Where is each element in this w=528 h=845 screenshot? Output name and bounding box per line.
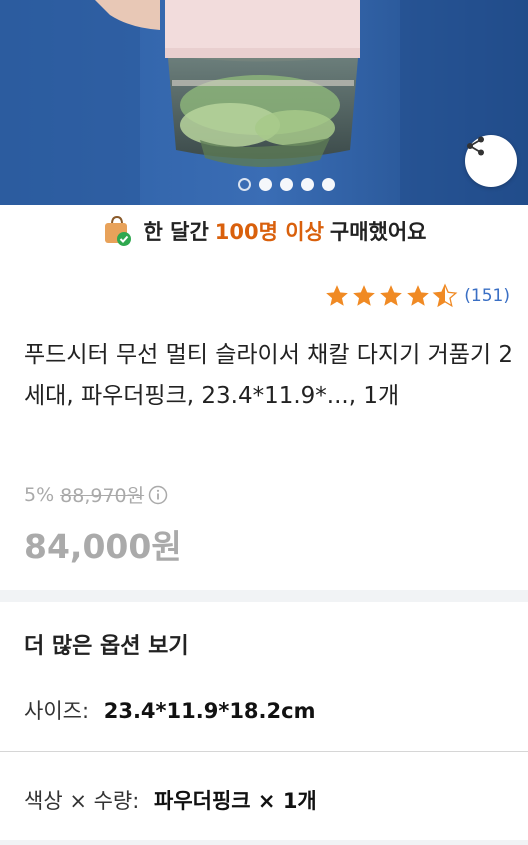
shopping-bag-check-icon	[104, 215, 131, 246]
share-button[interactable]	[465, 135, 517, 187]
product-image[interactable]	[0, 0, 528, 205]
carousel-dot[interactable]	[280, 178, 293, 191]
color-quantity-label: 색상 × 수량:	[24, 789, 140, 813]
size-value: 23.4*11.9*18.2cm	[103, 699, 316, 723]
discount-row: 5% 88,970원	[24, 481, 168, 508]
star-full-icon	[380, 285, 403, 306]
star-full-icon	[326, 285, 349, 306]
color-quantity-option[interactable]: 색상 × 수량: 파우더핑크 × 1개	[24, 785, 317, 815]
product-title: 푸드시터 무선 멀티 슬라이서 채칼 다지기 거품기 2세대, 파우더핑크, 2…	[24, 342, 514, 409]
carousel-dot[interactable]	[259, 178, 272, 191]
info-icon[interactable]	[148, 485, 168, 505]
star-full-icon	[407, 285, 430, 306]
divider	[0, 751, 528, 752]
sale-price: 84,000원	[24, 527, 182, 566]
banner-suffix: 구매했어요	[329, 220, 427, 244]
original-price: 88,970원	[60, 485, 145, 507]
size-label: 사이즈:	[24, 699, 90, 723]
color-quantity-value: 파우더핑크 × 1개	[154, 789, 317, 813]
product-photo	[0, 0, 528, 205]
share-icon	[467, 136, 484, 156]
carousel-dot[interactable]	[301, 178, 314, 191]
rating-summary[interactable]: (151)	[324, 283, 510, 309]
star-half-icon	[432, 283, 458, 308]
carousel-dot[interactable]	[322, 178, 335, 191]
discount-rate: 5%	[24, 483, 55, 506]
purchase-count-banner: 한 달간 100명 이상 구매했어요	[0, 205, 528, 257]
carousel-dot[interactable]	[238, 178, 251, 191]
star-rating	[324, 283, 458, 309]
bottom-separator	[0, 840, 528, 845]
more-options-button[interactable]: 더 많은 옵션 보기	[24, 628, 189, 660]
review-count-link[interactable]: (151)	[464, 286, 510, 306]
banner-highlight: 100명 이상	[214, 220, 324, 244]
section-separator	[0, 590, 528, 602]
banner-prefix: 한 달간	[143, 220, 209, 244]
size-option[interactable]: 사이즈: 23.4*11.9*18.2cm	[24, 695, 315, 725]
carousel-indicators	[238, 178, 335, 191]
star-full-icon	[353, 285, 376, 306]
